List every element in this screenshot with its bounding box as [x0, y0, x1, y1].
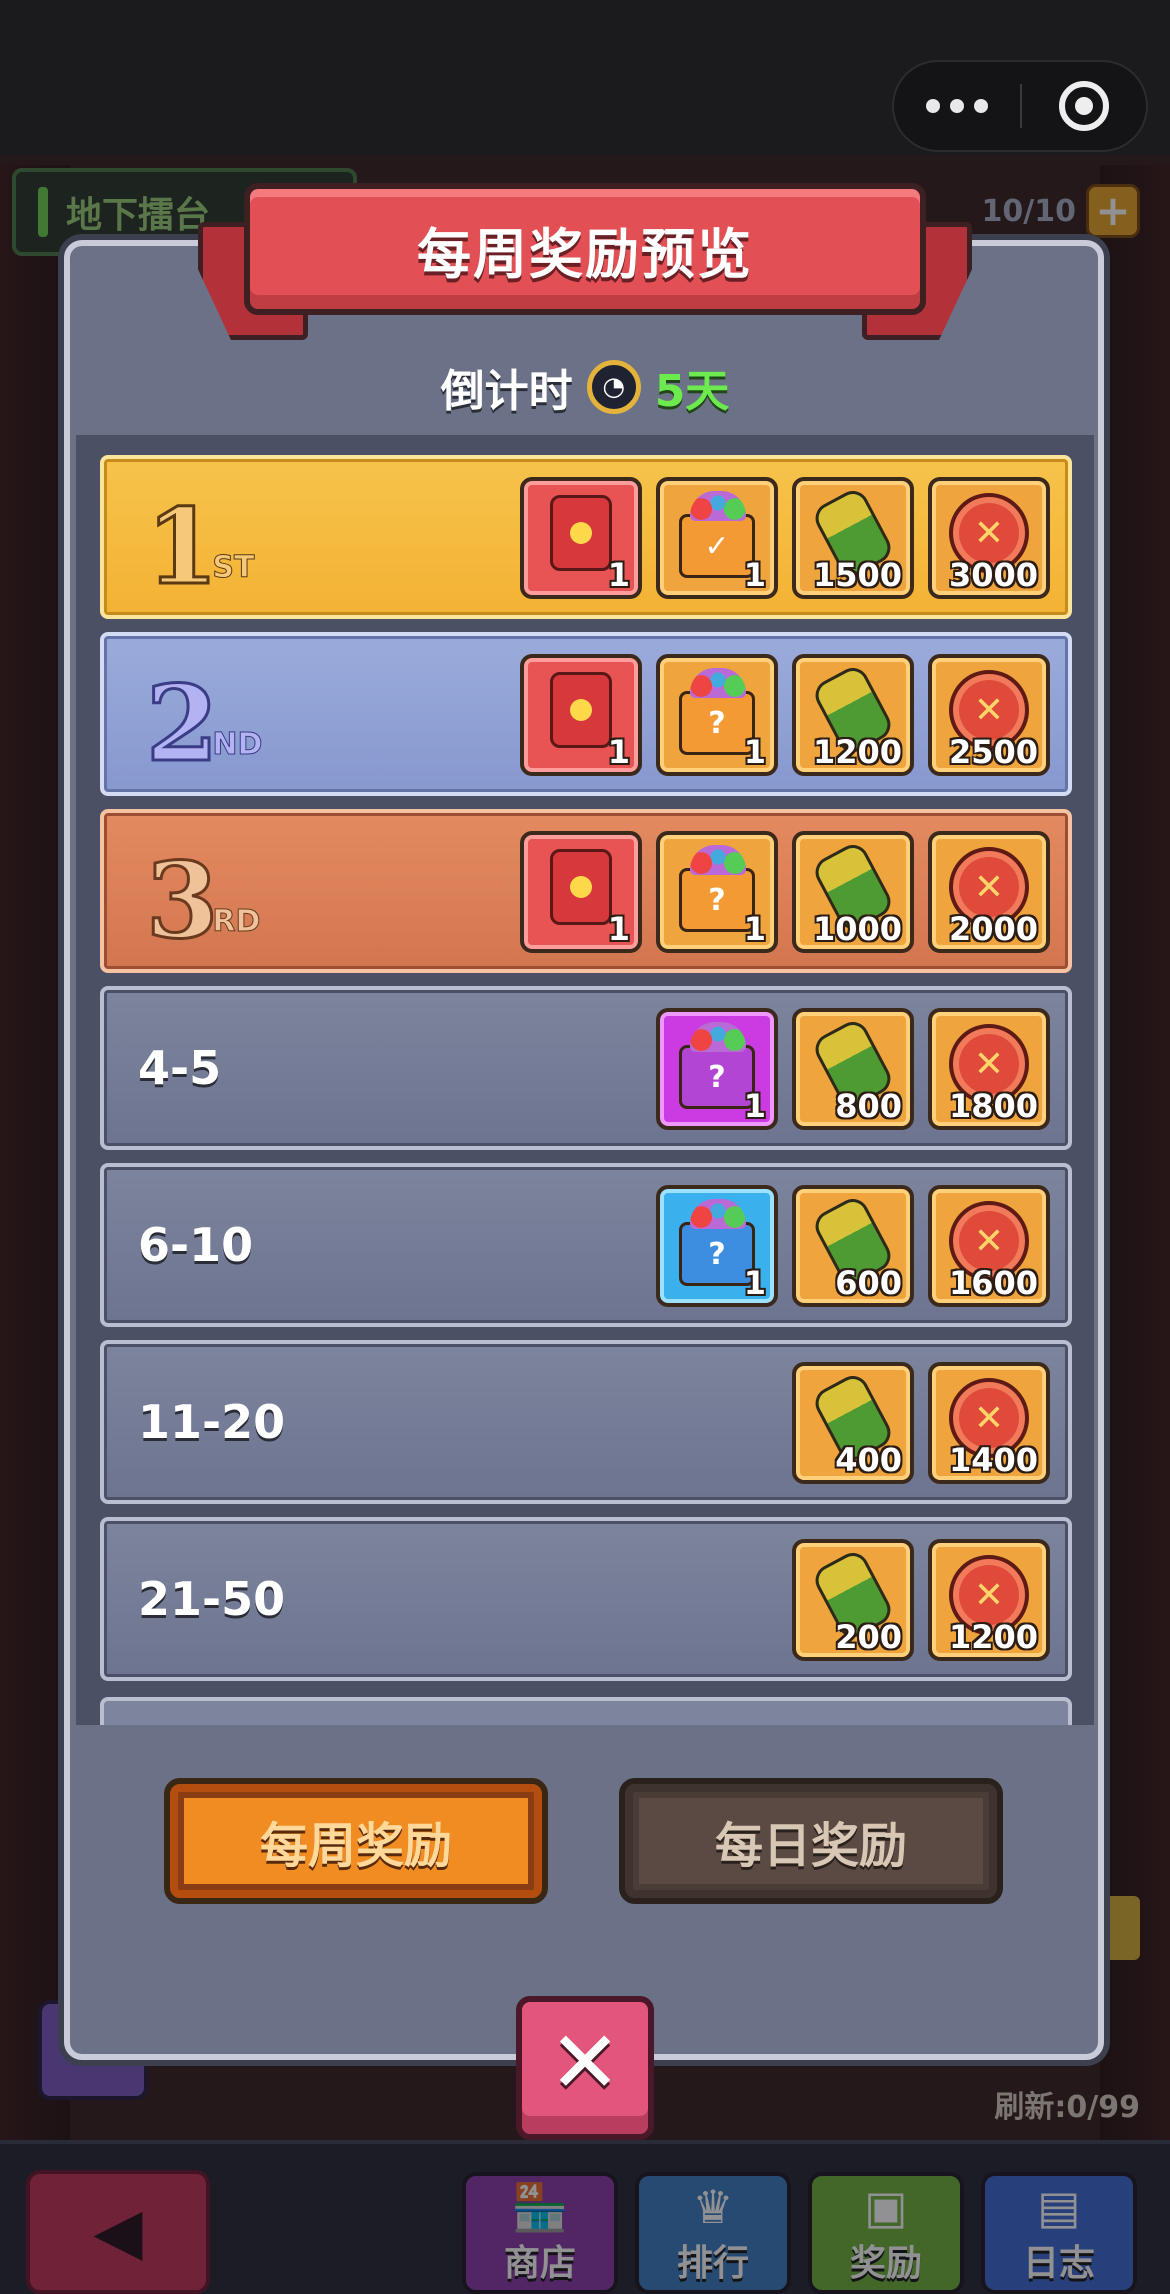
- battery-reward[interactable]: 800: [792, 1008, 914, 1130]
- item-quantity: 1: [743, 1263, 766, 1302]
- rank-suffix: ST: [212, 550, 255, 586]
- item-quantity: 1400: [948, 1440, 1038, 1479]
- modal-title-ribbon: 每周奖励预览: [244, 183, 926, 315]
- item-quantity: 1200: [812, 732, 902, 771]
- rank-2-badge: 2 ND: [144, 656, 276, 785]
- rank-number: 2: [144, 662, 219, 785]
- item-quantity: 200: [835, 1617, 902, 1656]
- item-quantity: 800: [835, 1086, 902, 1125]
- mini-program-capsule: [892, 60, 1148, 152]
- item-quantity: 1: [743, 909, 766, 948]
- rank-suffix: RD: [212, 904, 261, 940]
- battery-reward[interactable]: 1000: [792, 831, 914, 953]
- item-quantity: 1500: [812, 555, 902, 594]
- reward-items: 1 ✓ 1 1500 ✕ 3000: [520, 477, 1050, 599]
- reward-row-6-10: 6-10 ? 1 600 ✕ 1600: [100, 1163, 1072, 1327]
- rank-3-badge: 3 RD: [144, 833, 276, 962]
- modal-title: 每周奖励预览: [417, 222, 753, 286]
- reward-row-rank-2: 2 ND 1 ? 1 1200 ✕ 2500: [100, 632, 1072, 796]
- reward-items: 200 ✕ 1200: [792, 1539, 1050, 1661]
- close-icon: ✕: [548, 2013, 622, 2113]
- item-quantity: 1: [607, 555, 630, 594]
- reward-list[interactable]: 1 ST 1 ✓ 1 1500 ✕ 3000 2 ND 1 ? 1 1200 ✕ 250…: [76, 435, 1094, 1725]
- reward-row-4-5: 4-5 ? 1 800 ✕ 1800: [100, 986, 1072, 1150]
- battery-reward[interactable]: 200: [792, 1539, 914, 1661]
- next-row-peek: [100, 1697, 1072, 1725]
- red-envelope-icon: [550, 495, 612, 571]
- reward-row-21-50: 21-50 200 ✕ 1200: [100, 1517, 1072, 1681]
- item-quantity: 3000: [948, 555, 1038, 594]
- reward-items: 1 ? 1 1200 ✕ 2500: [520, 654, 1050, 776]
- close-mini-program-icon[interactable]: [1022, 81, 1146, 131]
- rank-1-badge: 1 ST: [144, 479, 276, 608]
- battery-reward[interactable]: 600: [792, 1185, 914, 1307]
- item-quantity: 600: [835, 1263, 902, 1302]
- reward-items: 1 ? 1 1000 ✕ 2000: [520, 831, 1050, 953]
- item-quantity: 400: [835, 1440, 902, 1479]
- rank-range-label: 21-50: [138, 1572, 286, 1626]
- item-quantity: 1: [607, 909, 630, 948]
- item-quantity: 1: [743, 732, 766, 771]
- item-quantity: 1000: [812, 909, 902, 948]
- battery-reward[interactable]: 1200: [792, 654, 914, 776]
- coin-reward[interactable]: ✕ 1800: [928, 1008, 1050, 1130]
- item-quantity: 1800: [948, 1086, 1038, 1125]
- coin-reward[interactable]: ✕ 1600: [928, 1185, 1050, 1307]
- coin-reward[interactable]: ✕ 3000: [928, 477, 1050, 599]
- more-options-icon[interactable]: [894, 99, 1020, 113]
- rank-range-label: 6-10: [138, 1218, 254, 1272]
- red-envelope-reward[interactable]: 1: [520, 831, 642, 953]
- reward-row-11-20: 11-20 400 ✕ 1400: [100, 1340, 1072, 1504]
- mystery-box-reward[interactable]: ? 1: [656, 831, 778, 953]
- item-quantity: 1: [743, 555, 766, 594]
- item-quantity: 2500: [948, 732, 1038, 771]
- item-quantity: 1600: [948, 1263, 1038, 1302]
- reward-row-rank-3: 3 RD 1 ? 1 1000 ✕ 2000: [100, 809, 1072, 973]
- rank-number: 1: [144, 485, 219, 608]
- rank-range-label: 4-5: [138, 1041, 222, 1095]
- battery-reward[interactable]: 1500: [792, 477, 914, 599]
- countdown: 倒计时 ◔ 5天: [0, 355, 1170, 419]
- tab-weekly-rewards[interactable]: 每周奖励: [164, 1778, 548, 1904]
- red-envelope-reward[interactable]: 1: [520, 654, 642, 776]
- reward-row-rank-1: 1 ST 1 ✓ 1 1500 ✕ 3000: [100, 455, 1072, 619]
- item-quantity: 1: [743, 1086, 766, 1125]
- red-envelope-icon: [550, 849, 612, 925]
- red-envelope-icon: [550, 672, 612, 748]
- rank-number: 3: [144, 839, 219, 962]
- rank-range-label: 11-20: [138, 1395, 286, 1449]
- reward-items: ? 1 600 ✕ 1600: [656, 1185, 1050, 1307]
- rank-suffix: ND: [212, 727, 263, 763]
- coin-reward[interactable]: ✕ 2500: [928, 654, 1050, 776]
- coin-reward[interactable]: ✕ 1400: [928, 1362, 1050, 1484]
- battery-reward[interactable]: 400: [792, 1362, 914, 1484]
- mystery-box-reward[interactable]: ? 1: [656, 1008, 778, 1130]
- close-button[interactable]: ✕: [516, 1996, 654, 2140]
- item-quantity: 1: [607, 732, 630, 771]
- item-quantity: 1200: [948, 1617, 1038, 1656]
- tab-weekly-label: 每周奖励: [259, 1818, 452, 1874]
- countdown-value: 5天: [654, 366, 730, 417]
- coin-reward[interactable]: ✕ 1200: [928, 1539, 1050, 1661]
- red-envelope-reward[interactable]: 1: [520, 477, 642, 599]
- item-quantity: 2000: [948, 909, 1038, 948]
- mystery-box-reward[interactable]: ✓ 1: [656, 477, 778, 599]
- clock-icon: ◔: [586, 360, 641, 414]
- coin-reward[interactable]: ✕ 2000: [928, 831, 1050, 953]
- reward-items: 400 ✕ 1400: [792, 1362, 1050, 1484]
- mystery-box-reward[interactable]: ? 1: [656, 654, 778, 776]
- reward-items: ? 1 800 ✕ 1800: [656, 1008, 1050, 1130]
- tab-daily-label: 每日奖励: [714, 1818, 907, 1874]
- countdown-label: 倒计时: [440, 366, 573, 417]
- tab-daily-rewards[interactable]: 每日奖励: [619, 1778, 1003, 1904]
- mystery-box-reward[interactable]: ? 1: [656, 1185, 778, 1307]
